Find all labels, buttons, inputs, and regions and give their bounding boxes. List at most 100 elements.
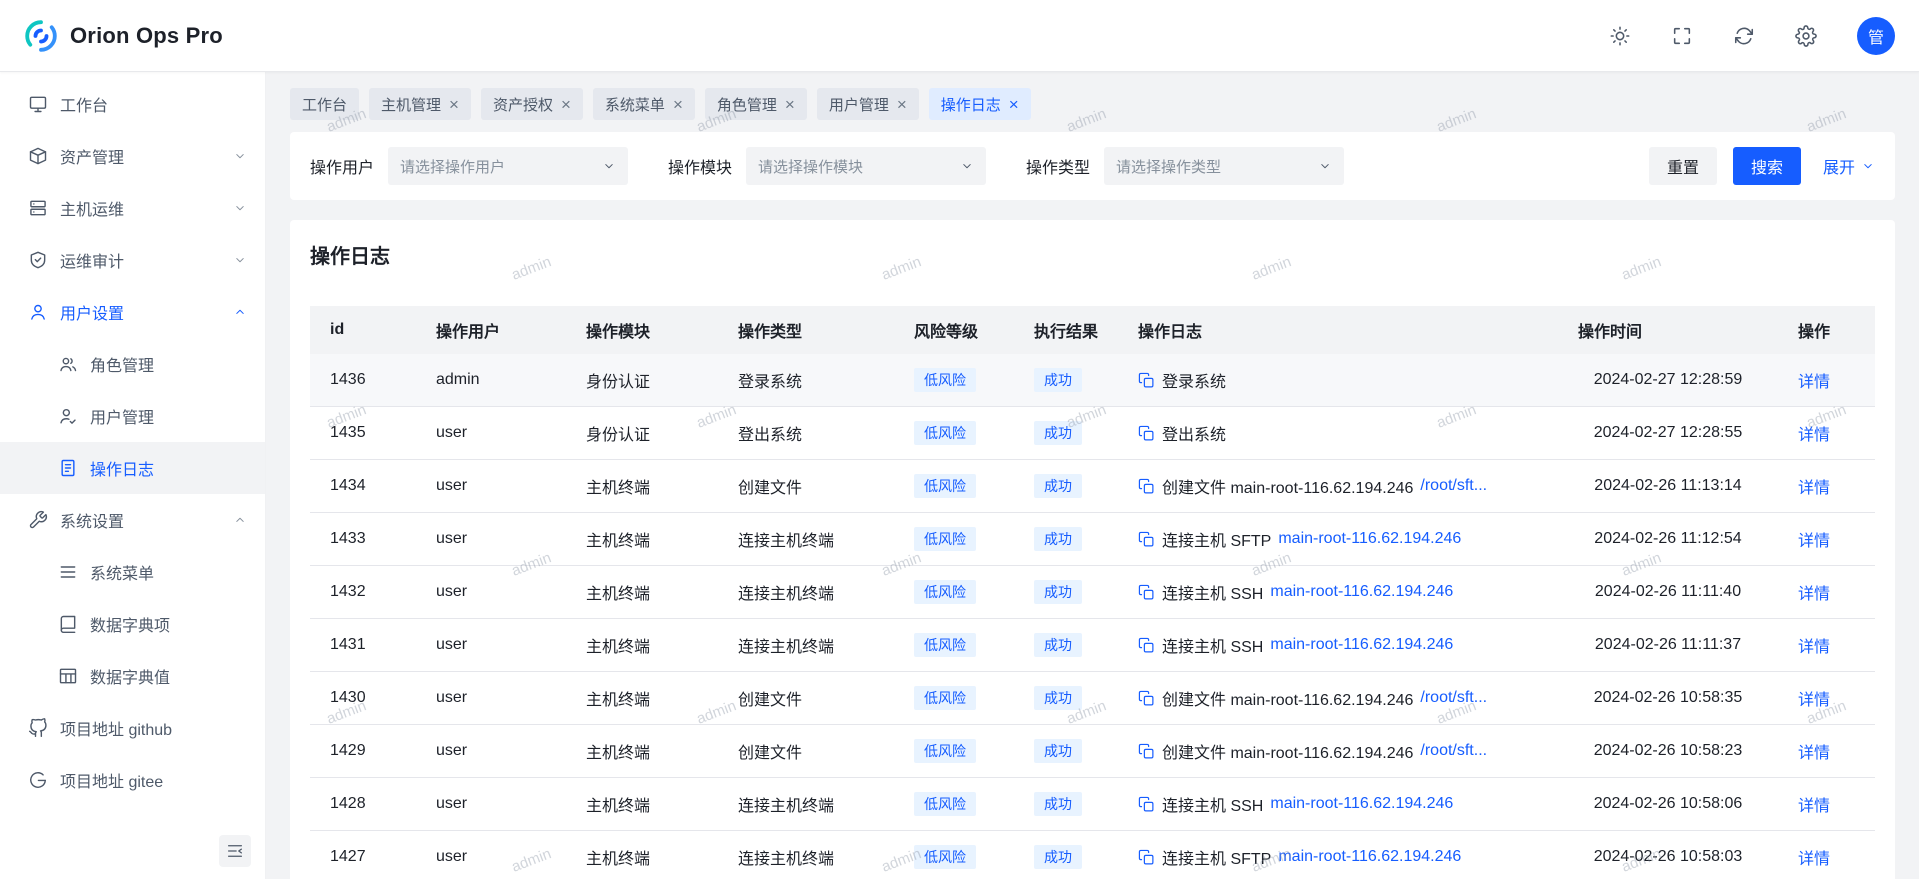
gear-icon[interactable] [1795, 25, 1817, 47]
column-header-0: id [310, 306, 416, 354]
reset-button[interactable]: 重置 [1649, 147, 1717, 185]
tab-operation-log[interactable]: 操作日志× [929, 88, 1031, 120]
log-link[interactable]: main-root-116.62.194.246 [1270, 795, 1453, 813]
copy-icon[interactable] [1138, 849, 1155, 866]
cell-time: 2024-02-26 11:12:54 [1558, 513, 1778, 566]
expand-link[interactable]: 展开 [1823, 154, 1875, 178]
detail-link[interactable]: 详情 [1798, 586, 1830, 603]
detail-link[interactable]: 详情 [1798, 639, 1830, 656]
sidebar-item-system-menu[interactable]: 系统菜单 [0, 546, 265, 598]
tab-host-management[interactable]: 主机管理× [369, 88, 471, 120]
table-row: 1427user主机终端连接主机终端低风险成功连接主机 SFTPmain-roo… [310, 831, 1875, 879]
cell-user: user [416, 513, 566, 566]
operation-module-select[interactable]: 请选择操作模块 [746, 147, 986, 185]
log-link[interactable]: /root/sft... [1420, 742, 1487, 760]
result-badge: 成功 [1034, 580, 1082, 604]
log-link[interactable]: main-root-116.62.194.246 [1278, 530, 1461, 548]
log-content: 连接主机 SSHmain-root-116.62.194.246 [1138, 580, 1538, 604]
copy-icon[interactable] [1138, 584, 1155, 601]
cell-time: 2024-02-26 11:11:40 [1558, 566, 1778, 619]
filter-field-type: 操作类型 请选择操作类型 [1026, 147, 1344, 185]
risk-badge: 低风险 [914, 792, 976, 816]
tab-role-management[interactable]: 角色管理× [705, 88, 807, 120]
log-link[interactable]: /root/sft... [1420, 477, 1487, 495]
operation-user-select[interactable]: 请选择操作用户 [388, 147, 628, 185]
table-row: 1430user主机终端创建文件低风险成功创建文件 main-root-116.… [310, 672, 1875, 725]
chevron-down-icon [1318, 159, 1332, 173]
sidebar-item-workbench[interactable]: 工作台 [0, 78, 265, 130]
detail-link[interactable]: 详情 [1798, 798, 1830, 815]
operation-type-select[interactable]: 请选择操作类型 [1104, 147, 1344, 185]
cell-result: 成功 [1014, 407, 1118, 460]
detail-link[interactable]: 详情 [1798, 480, 1830, 497]
copy-icon[interactable] [1138, 531, 1155, 548]
log-link[interactable]: main-root-116.62.194.246 [1270, 636, 1453, 654]
cell-risk: 低风险 [894, 778, 1014, 831]
detail-link[interactable]: 详情 [1798, 851, 1830, 868]
sun-icon[interactable] [1609, 25, 1631, 47]
cell-risk: 低风险 [894, 619, 1014, 672]
search-button[interactable]: 搜索 [1733, 147, 1801, 185]
log-link[interactable]: main-root-116.62.194.246 [1278, 848, 1461, 866]
detail-link[interactable]: 详情 [1798, 374, 1830, 391]
detail-link[interactable]: 详情 [1798, 692, 1830, 709]
sidebar-item-user-settings[interactable]: 用户设置 [0, 286, 265, 338]
close-icon[interactable]: × [561, 96, 571, 113]
copy-icon[interactable] [1138, 637, 1155, 654]
cell-result: 成功 [1014, 513, 1118, 566]
refresh-icon[interactable] [1733, 25, 1755, 47]
risk-badge: 低风险 [914, 845, 976, 869]
sidebar-item-github[interactable]: 项目地址 github [0, 702, 265, 754]
filter-label: 操作模块 [668, 154, 732, 178]
tab-system-menu[interactable]: 系统菜单× [593, 88, 695, 120]
copy-icon[interactable] [1138, 478, 1155, 495]
tab-workbench[interactable]: 工作台 [290, 88, 359, 120]
risk-badge: 低风险 [914, 527, 976, 551]
copy-icon[interactable] [1138, 743, 1155, 760]
log-link[interactable]: main-root-116.62.194.246 [1270, 583, 1453, 601]
sidebar-item-operation-log[interactable]: 操作日志 [0, 442, 265, 494]
copy-icon[interactable] [1138, 796, 1155, 813]
cell-risk: 低风险 [894, 354, 1014, 407]
detail-link[interactable]: 详情 [1798, 745, 1830, 762]
operation-log-table: id操作用户操作模块操作类型风险等级执行结果操作日志操作时间操作 1436adm… [310, 306, 1875, 879]
cell-risk: 低风险 [894, 725, 1014, 778]
sidebar-item-dict-value[interactable]: 数据字典值 [0, 650, 265, 702]
result-badge: 成功 [1034, 792, 1082, 816]
cell-result: 成功 [1014, 778, 1118, 831]
detail-link[interactable]: 详情 [1798, 427, 1830, 444]
detail-link[interactable]: 详情 [1798, 533, 1830, 550]
brand-title: Orion Ops Pro [70, 23, 223, 49]
sidebar-item-user-management[interactable]: 用户管理 [0, 390, 265, 442]
log-link[interactable]: /root/sft... [1420, 689, 1487, 707]
sidebar-item-asset-management[interactable]: 资产管理 [0, 130, 265, 182]
result-badge: 成功 [1034, 368, 1082, 392]
close-icon[interactable]: × [785, 96, 795, 113]
collapse-sidebar-button[interactable] [219, 835, 251, 867]
tab-asset-auth[interactable]: 资产授权× [481, 88, 583, 120]
close-icon[interactable]: × [449, 96, 459, 113]
cell-type: 连接主机终端 [718, 831, 894, 879]
sidebar-item-host-ops[interactable]: 主机运维 [0, 182, 265, 234]
close-icon[interactable]: × [897, 96, 907, 113]
fullscreen-icon[interactable] [1671, 25, 1693, 47]
cell-time: 2024-02-27 12:28:59 [1558, 354, 1778, 407]
sidebar-item-ops-audit[interactable]: 运维审计 [0, 234, 265, 286]
cell-risk: 低风险 [894, 831, 1014, 879]
tab-user-management[interactable]: 用户管理× [817, 88, 919, 120]
copy-icon[interactable] [1138, 425, 1155, 442]
close-icon[interactable]: × [1009, 96, 1019, 113]
close-icon[interactable]: × [673, 96, 683, 113]
sidebar-item-role-management[interactable]: 角色管理 [0, 338, 265, 390]
avatar[interactable]: 管 [1857, 17, 1895, 55]
chevron-up-icon [233, 305, 247, 319]
sidebar-item-gitee[interactable]: 项目地址 gitee [0, 754, 265, 806]
copy-icon[interactable] [1138, 690, 1155, 707]
copy-icon[interactable] [1138, 372, 1155, 389]
risk-badge: 低风险 [914, 686, 976, 710]
cell-type: 创建文件 [718, 725, 894, 778]
cell-action: 详情 [1778, 672, 1875, 725]
sidebar-item-dict-item[interactable]: 数据字典项 [0, 598, 265, 650]
sidebar-item-system-settings[interactable]: 系统设置 [0, 494, 265, 546]
header-actions: 管 [1609, 17, 1895, 55]
